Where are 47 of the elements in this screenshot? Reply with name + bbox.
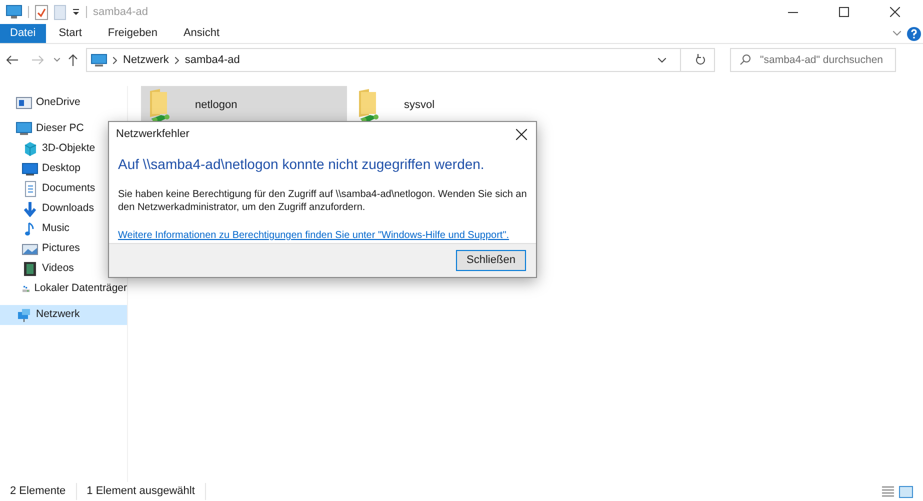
item-count: 2 Elemente	[10, 483, 77, 500]
folder-tile[interactable]: sysvol	[350, 86, 556, 146]
computer-icon	[91, 54, 107, 66]
recent-dropdown-icon[interactable]	[54, 58, 60, 62]
window-title: samba4-ad	[93, 4, 148, 20]
ribbon-tab[interactable]: Ansicht	[170, 24, 233, 43]
close-icon	[890, 7, 900, 17]
desktop-icon	[22, 161, 38, 177]
folder-name: netlogon	[195, 98, 238, 113]
ribbon-tab[interactable]: Start	[46, 24, 95, 43]
sidebar-item[interactable]: OneDrive	[0, 93, 127, 113]
picture-icon	[22, 241, 38, 257]
search-icon	[740, 54, 751, 65]
selection-count: 1 Element ausgewählt	[76, 483, 206, 500]
properties-icon[interactable]	[35, 4, 48, 20]
cube-icon	[22, 141, 38, 157]
close-dialog-button[interactable]: Schließen	[456, 250, 526, 271]
error-message: Sie haben keine Berechtigung für den Zugriff auf \\samba4-ad\netlogon. Wenden Sie sich an den Netzwerkadministrator, um den Zugriff anzufordern.	[118, 188, 527, 214]
address-dropdown-icon[interactable]	[658, 58, 666, 62]
details-view-icon[interactable]	[881, 486, 895, 498]
expand-ribbon-icon[interactable]	[893, 31, 901, 36]
ribbon-tab[interactable]: Datei	[0, 24, 46, 43]
address-bar[interactable]: Netzwerk samba4-ad	[86, 48, 715, 72]
sidebar-item[interactable]: Netzwerk	[0, 305, 127, 325]
folder-name: sysvol	[404, 98, 435, 113]
search-field[interactable]: "samba4-ad" durchsuchen	[730, 48, 896, 72]
dropdown-icon[interactable]	[72, 8, 80, 16]
up-arrow-icon[interactable]	[68, 54, 78, 66]
chevron-icon	[174, 56, 179, 64]
document-icon	[22, 181, 38, 197]
large-icons-view-icon[interactable]	[899, 486, 913, 498]
help-icon[interactable]	[907, 26, 921, 40]
close-icon	[516, 128, 526, 140]
refresh-icon[interactable]	[695, 54, 706, 66]
back-arrow-icon[interactable]	[6, 55, 18, 65]
breadcrumb[interactable]: Netzwerk	[123, 52, 169, 68]
ribbon-tab[interactable]: Freigeben	[94, 24, 170, 43]
maximize-icon	[838, 7, 848, 17]
sidebar-item[interactable]: Lokaler Datenträger	[0, 279, 127, 299]
film-icon	[22, 261, 38, 277]
computer-icon	[16, 121, 32, 137]
computer-icon[interactable]	[6, 5, 22, 19]
sidebar-item[interactable]: Videos	[0, 259, 127, 279]
breadcrumb[interactable]: samba4-ad	[184, 52, 240, 68]
download-arrow-icon	[22, 201, 38, 217]
network-icon	[16, 307, 32, 323]
chevron-icon	[113, 56, 117, 64]
